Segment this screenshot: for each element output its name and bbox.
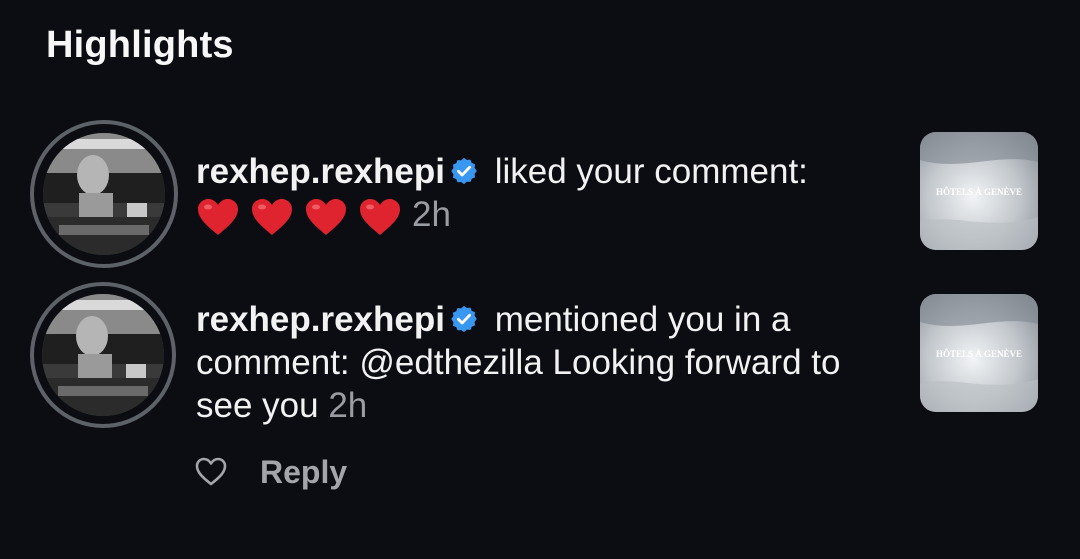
heart-outline-icon[interactable] — [194, 455, 228, 489]
notification-text: rexhep.rexhepi mentioned you in a commen… — [196, 298, 896, 427]
notification-action-text: liked your comment: — [485, 152, 808, 191]
red-heart-icon — [198, 198, 238, 235]
comment-actions: Reply — [194, 450, 347, 494]
avatar[interactable] — [42, 294, 164, 416]
post-thumbnail[interactable]: HÔTELS À GENÈVE — [920, 132, 1038, 250]
section-title: Highlights — [46, 24, 234, 66]
story-ring[interactable] — [30, 120, 178, 268]
red-heart-icon — [252, 198, 292, 235]
notification-item[interactable]: rexhep.rexhepi mentioned you in a commen… — [0, 282, 1080, 432]
red-heart-icon — [306, 198, 346, 235]
thumbnail-caption: HÔTELS À GENÈVE — [936, 187, 1022, 197]
username-link[interactable]: rexhep.rexhepi — [196, 300, 445, 339]
timestamp: 2h — [412, 195, 451, 234]
post-thumbnail[interactable]: HÔTELS À GENÈVE — [920, 294, 1038, 412]
timestamp: 2h — [328, 386, 368, 425]
notification-item[interactable]: rexhep.rexhepi liked your comment: 2h HÔ… — [0, 120, 1080, 270]
verified-badge-icon — [451, 157, 477, 185]
username-link[interactable]: rexhep.rexhepi — [196, 152, 445, 191]
heart-emojis — [196, 197, 402, 237]
verified-badge-icon — [451, 305, 477, 333]
story-ring[interactable] — [30, 282, 176, 428]
thumbnail-caption: HÔTELS À GENÈVE — [936, 349, 1022, 359]
red-heart-icon — [360, 198, 400, 235]
notification-text: rexhep.rexhepi liked your comment: 2h — [196, 150, 896, 237]
reply-button[interactable]: Reply — [260, 454, 347, 491]
avatar[interactable] — [43, 133, 165, 255]
